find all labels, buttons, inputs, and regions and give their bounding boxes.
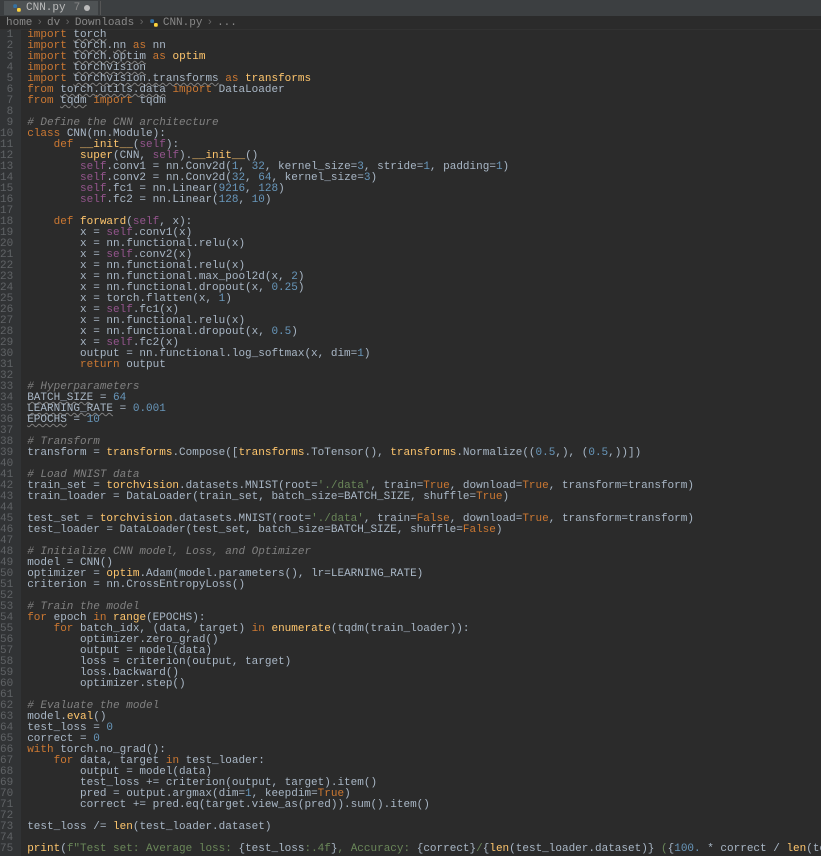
editor[interactable]: 1234567891011121314151617181920212223242…: [0, 30, 821, 856]
code-line[interactable]: model.eval(): [27, 712, 821, 723]
code-line[interactable]: LEARNING_RATE = 0.001: [27, 404, 821, 415]
code-line[interactable]: return output: [27, 360, 821, 371]
python-file-icon: [12, 3, 22, 13]
chevron-right-icon: ›: [36, 17, 43, 29]
code-line[interactable]: test_loader = DataLoader(test_set, batch…: [27, 525, 821, 536]
line-number-gutter: 1234567891011121314151617181920212223242…: [0, 30, 21, 856]
code-line[interactable]: criterion = nn.CrossEntropyLoss(): [27, 580, 821, 591]
code-line[interactable]: correct += pred.eq(target.view_as(pred))…: [27, 800, 821, 811]
code-line[interactable]: # Hyperparameters: [27, 382, 821, 393]
code-line[interactable]: EPOCHS = 10: [27, 415, 821, 426]
python-file-icon: [149, 18, 159, 28]
code-line[interactable]: train_loader = DataLoader(train_set, bat…: [27, 492, 821, 503]
code-line[interactable]: test_loss /= len(test_loader.dataset): [27, 822, 821, 833]
code-area[interactable]: import torchimport torch.nn as nnimport …: [21, 30, 821, 856]
code-line[interactable]: # Initialize CNN model, Loss, and Optimi…: [27, 547, 821, 558]
chevron-right-icon: ›: [64, 17, 71, 29]
breadcrumb-item[interactable]: ...: [217, 17, 237, 29]
breadcrumb-item[interactable]: home: [6, 17, 32, 29]
breadcrumb-item[interactable]: CNN.py: [163, 17, 203, 29]
tab-bar: CNN.py 7: [0, 0, 821, 16]
file-tab[interactable]: CNN.py 7: [4, 1, 98, 15]
breadcrumb-item[interactable]: dv: [47, 17, 60, 29]
code-line[interactable]: [27, 371, 821, 382]
code-line[interactable]: [27, 459, 821, 470]
code-line[interactable]: from tqdm import tqdm: [27, 96, 821, 107]
line-number: 75: [0, 844, 13, 855]
chevron-right-icon: ›: [206, 17, 213, 29]
code-line[interactable]: [27, 591, 821, 602]
code-line[interactable]: import torch.optim as optim: [27, 52, 821, 63]
tab-filename: CNN.py: [26, 2, 66, 14]
code-line[interactable]: test_loss = 0: [27, 723, 821, 734]
modified-indicator-icon: [84, 5, 90, 11]
code-line[interactable]: self.fc2 = nn.Linear(128, 10): [27, 195, 821, 206]
tab-number: 7: [74, 2, 81, 14]
chevron-right-icon: ›: [138, 17, 145, 29]
code-line[interactable]: transform = transforms.Compose([transfor…: [27, 448, 821, 459]
code-line[interactable]: # Evaluate the model: [27, 701, 821, 712]
breadcrumb-item[interactable]: Downloads: [75, 17, 134, 29]
code-line[interactable]: print(f"Test set: Average loss: {test_lo…: [27, 844, 821, 855]
code-line[interactable]: optimizer.step(): [27, 679, 821, 690]
code-line[interactable]: [27, 426, 821, 437]
breadcrumb: home › dv › Downloads › CNN.py › ...: [0, 16, 821, 30]
tab-divider: [100, 1, 101, 15]
